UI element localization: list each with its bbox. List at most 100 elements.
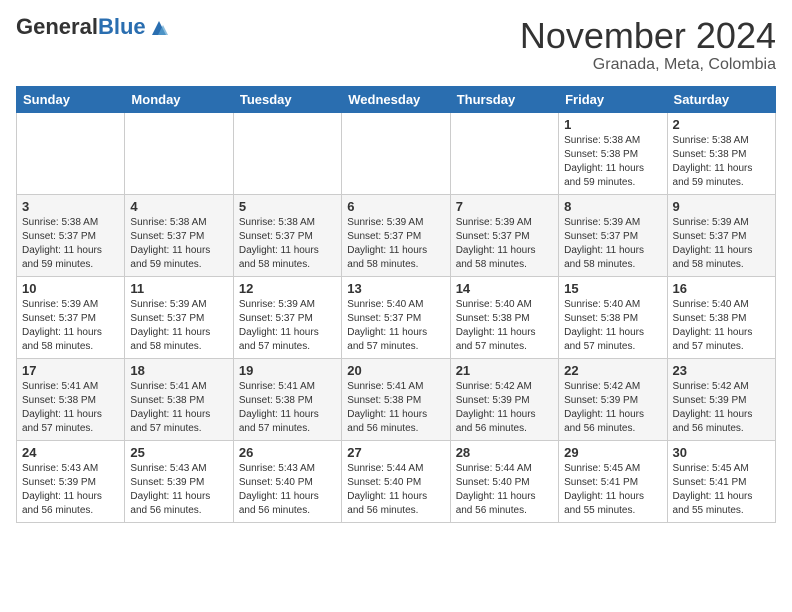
calendar-cell: 20Sunrise: 5:41 AMSunset: 5:38 PMDayligh…: [342, 358, 450, 440]
calendar-cell: 15 Sunrise: 5:40 AMSunset: 5:38 PMDayligh…: [559, 276, 667, 358]
calendar-cell: 9 Sunrise: 5:39 AMSunset: 5:37 PMDaylight…: [667, 194, 775, 276]
calendar-cell: 16 Sunrise: 5:40 AMSunset: 5:38 PMDayligh…: [667, 276, 775, 358]
calendar-cell: 8Sunrise: 5:39 AMSunset: 5:37 PMDaylight…: [559, 194, 667, 276]
calendar-cell: 6 Sunrise: 5:39 AMSunset: 5:37 PMDaylight…: [342, 194, 450, 276]
calendar-cell: 10 Sunrise: 5:39 AMSunset: 5:37 PMDayligh…: [17, 276, 125, 358]
month-title: November 2024: [520, 16, 776, 56]
day-number: 12: [239, 281, 336, 296]
day-number: 19: [239, 363, 336, 378]
calendar-cell: 25Sunrise: 5:43 AMSunset: 5:39 PMDayligh…: [125, 440, 233, 522]
calendar-cell: [125, 112, 233, 194]
title-block: November 2024 Granada, Meta, Colombia: [520, 16, 776, 74]
calendar-cell: 22 Sunrise: 5:42 AMSunset: 5:39 PMDayligh…: [559, 358, 667, 440]
calendar-cell: 18 Sunrise: 5:41 AMSunset: 5:38 PMDayligh…: [125, 358, 233, 440]
day-number: 4: [130, 199, 227, 214]
day-info: Sunrise: 5:40 AMSunset: 5:37 PMDaylight:…: [347, 298, 444, 354]
day-number: 24: [22, 445, 119, 460]
day-number: 22: [564, 363, 661, 378]
day-number: 13: [347, 281, 444, 296]
calendar-cell: 26 Sunrise: 5:43 AMSunset: 5:40 PMDayligh…: [233, 440, 341, 522]
calendar-week-1: 1 Sunrise: 5:38 AMSunset: 5:38 PMDaylight…: [17, 112, 776, 194]
day-info: Sunrise: 5:42 AMSunset: 5:39 PMDaylight:…: [673, 380, 770, 436]
day-number: 6: [347, 199, 444, 214]
calendar-week-2: 3 Sunrise: 5:38 AMSunset: 5:37 PMDaylight…: [17, 194, 776, 276]
calendar-cell: 28 Sunrise: 5:44 AMSunset: 5:40 PMDayligh…: [450, 440, 558, 522]
day-number: 15: [564, 281, 661, 296]
calendar-cell: [233, 112, 341, 194]
calendar-header-row: SundayMondayTuesdayWednesdayThursdayFrid…: [17, 86, 776, 112]
calendar-cell: 12Sunrise: 5:39 AMSunset: 5:37 PMDayligh…: [233, 276, 341, 358]
day-number: 5: [239, 199, 336, 214]
day-info: Sunrise: 5:39 AMSunset: 5:37 PMDaylight:…: [130, 298, 227, 354]
col-header-friday: Friday: [559, 86, 667, 112]
day-number: 7: [456, 199, 553, 214]
calendar-cell: 14Sunrise: 5:40 AMSunset: 5:38 PMDayligh…: [450, 276, 558, 358]
day-number: 18: [130, 363, 227, 378]
day-info: Sunrise: 5:42 AMSunset: 5:39 PMDaylight:…: [456, 380, 553, 436]
day-info: Sunrise: 5:43 AMSunset: 5:39 PMDaylight:…: [22, 462, 119, 518]
day-info: Sunrise: 5:39 AMSunset: 5:37 PMDaylight:…: [673, 216, 770, 272]
calendar-week-5: 24 Sunrise: 5:43 AMSunset: 5:39 PMDayligh…: [17, 440, 776, 522]
day-info: Sunrise: 5:40 AMSunset: 5:38 PMDaylight:…: [673, 298, 770, 354]
day-info: Sunrise: 5:38 AMSunset: 5:37 PMDaylight:…: [22, 216, 119, 272]
calendar-cell: 19 Sunrise: 5:41 AMSunset: 5:38 PMDayligh…: [233, 358, 341, 440]
calendar-cell: 27Sunrise: 5:44 AMSunset: 5:40 PMDayligh…: [342, 440, 450, 522]
calendar-cell: 21Sunrise: 5:42 AMSunset: 5:39 PMDayligh…: [450, 358, 558, 440]
calendar-cell: [342, 112, 450, 194]
col-header-tuesday: Tuesday: [233, 86, 341, 112]
calendar-cell: 24 Sunrise: 5:43 AMSunset: 5:39 PMDayligh…: [17, 440, 125, 522]
day-number: 8: [564, 199, 661, 214]
day-number: 11: [130, 281, 227, 296]
location: Granada, Meta, Colombia: [520, 56, 776, 74]
calendar-cell: 2Sunrise: 5:38 AMSunset: 5:38 PMDaylight…: [667, 112, 775, 194]
day-number: 1: [564, 117, 661, 132]
day-info: Sunrise: 5:41 AMSunset: 5:38 PMDaylight:…: [347, 380, 444, 436]
day-info: Sunrise: 5:41 AMSunset: 5:38 PMDaylight:…: [130, 380, 227, 436]
day-number: 16: [673, 281, 770, 296]
logo: GeneralBlue: [16, 16, 170, 38]
calendar-cell: 7 Sunrise: 5:39 AMSunset: 5:37 PMDaylight…: [450, 194, 558, 276]
day-number: 30: [673, 445, 770, 460]
logo-general: General: [16, 16, 98, 38]
col-header-sunday: Sunday: [17, 86, 125, 112]
day-number: 14: [456, 281, 553, 296]
day-info: Sunrise: 5:45 AMSunset: 5:41 PMDaylight:…: [564, 462, 661, 518]
page: GeneralBlue November 2024 Granada, Meta,…: [0, 0, 792, 539]
day-info: Sunrise: 5:44 AMSunset: 5:40 PMDaylight:…: [456, 462, 553, 518]
col-header-thursday: Thursday: [450, 86, 558, 112]
calendar-cell: 1 Sunrise: 5:38 AMSunset: 5:38 PMDaylight…: [559, 112, 667, 194]
day-info: Sunrise: 5:44 AMSunset: 5:40 PMDaylight:…: [347, 462, 444, 518]
day-info: Sunrise: 5:39 AMSunset: 5:37 PMDaylight:…: [347, 216, 444, 272]
day-info: Sunrise: 5:39 AMSunset: 5:37 PMDaylight:…: [22, 298, 119, 354]
day-info: Sunrise: 5:38 AMSunset: 5:37 PMDaylight:…: [239, 216, 336, 272]
day-info: Sunrise: 5:43 AMSunset: 5:40 PMDaylight:…: [239, 462, 336, 518]
day-info: Sunrise: 5:38 AMSunset: 5:38 PMDaylight:…: [564, 134, 661, 190]
calendar-cell: 11 Sunrise: 5:39 AMSunset: 5:37 PMDayligh…: [125, 276, 233, 358]
day-info: Sunrise: 5:40 AMSunset: 5:38 PMDaylight:…: [564, 298, 661, 354]
day-number: 23: [673, 363, 770, 378]
calendar-cell: 4 Sunrise: 5:38 AMSunset: 5:37 PMDaylight…: [125, 194, 233, 276]
calendar-cell: 17Sunrise: 5:41 AMSunset: 5:38 PMDayligh…: [17, 358, 125, 440]
day-info: Sunrise: 5:38 AMSunset: 5:37 PMDaylight:…: [130, 216, 227, 272]
day-number: 28: [456, 445, 553, 460]
calendar-cell: 3 Sunrise: 5:38 AMSunset: 5:37 PMDaylight…: [17, 194, 125, 276]
day-number: 26: [239, 445, 336, 460]
logo-text: GeneralBlue: [16, 16, 170, 38]
calendar-cell: [17, 112, 125, 194]
day-info: Sunrise: 5:43 AMSunset: 5:39 PMDaylight:…: [130, 462, 227, 518]
day-number: 29: [564, 445, 661, 460]
day-number: 3: [22, 199, 119, 214]
calendar-cell: 30 Sunrise: 5:45 AMSunset: 5:41 PMDayligh…: [667, 440, 775, 522]
day-number: 10: [22, 281, 119, 296]
day-info: Sunrise: 5:42 AMSunset: 5:39 PMDaylight:…: [564, 380, 661, 436]
col-header-monday: Monday: [125, 86, 233, 112]
day-info: Sunrise: 5:39 AMSunset: 5:37 PMDaylight:…: [456, 216, 553, 272]
day-info: Sunrise: 5:41 AMSunset: 5:38 PMDaylight:…: [239, 380, 336, 436]
col-header-wednesday: Wednesday: [342, 86, 450, 112]
day-info: Sunrise: 5:45 AMSunset: 5:41 PMDaylight:…: [673, 462, 770, 518]
calendar-cell: 29 Sunrise: 5:45 AMSunset: 5:41 PMDayligh…: [559, 440, 667, 522]
calendar-week-3: 10 Sunrise: 5:39 AMSunset: 5:37 PMDayligh…: [17, 276, 776, 358]
day-info: Sunrise: 5:38 AMSunset: 5:38 PMDaylight:…: [673, 134, 770, 190]
header: GeneralBlue November 2024 Granada, Meta,…: [16, 16, 776, 74]
day-number: 9: [673, 199, 770, 214]
